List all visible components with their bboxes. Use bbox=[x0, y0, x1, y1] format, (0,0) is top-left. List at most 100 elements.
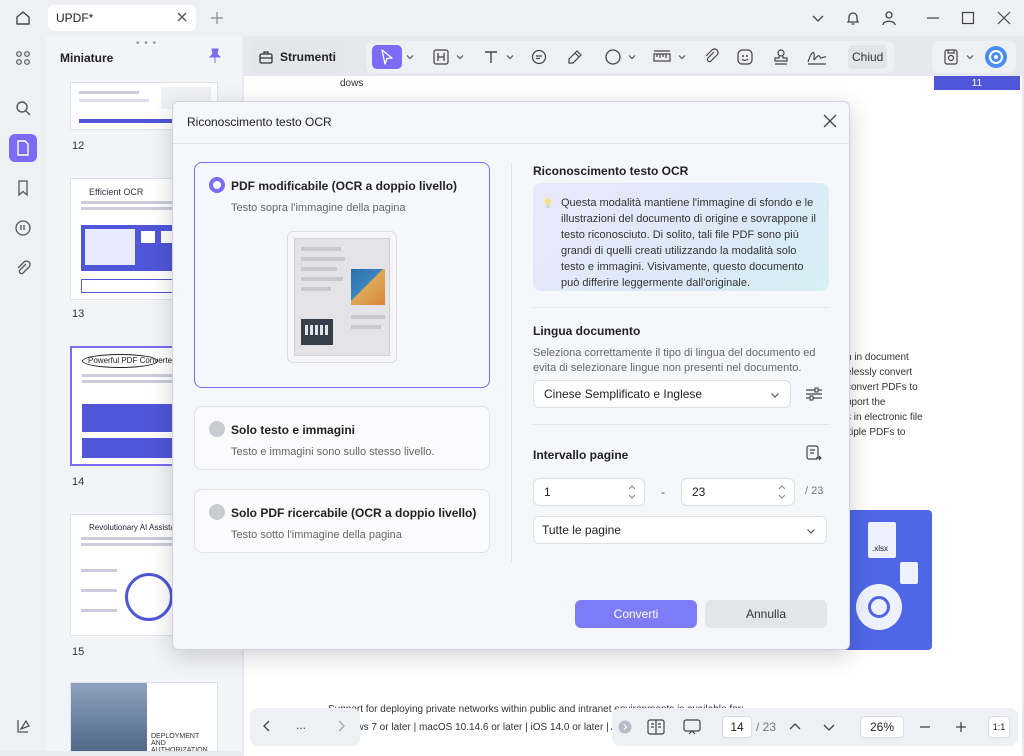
tools-label: Strumenti bbox=[280, 50, 337, 64]
option-editable-pdf[interactable]: PDF modificabile (OCR a doppio livello) … bbox=[194, 162, 490, 388]
option-desc: Testo sotto l'immagine della pagina bbox=[231, 529, 402, 541]
info-title: Riconoscimento testo OCR bbox=[533, 164, 689, 178]
convert-button[interactable]: Converti bbox=[575, 600, 697, 628]
ocr-dialog: Riconoscimento testo OCR PDF modificabil… bbox=[172, 101, 850, 650]
dialog-title: Riconoscimento testo OCR bbox=[187, 115, 332, 129]
search-icon[interactable] bbox=[9, 94, 37, 122]
cancel-button[interactable]: Annulla bbox=[705, 600, 827, 628]
user-icon[interactable] bbox=[876, 6, 902, 30]
new-tab-icon[interactable] bbox=[204, 6, 230, 30]
shape-tool[interactable] bbox=[604, 45, 622, 69]
attach-tool[interactable] bbox=[702, 45, 720, 69]
next-page-icon[interactable] bbox=[334, 719, 348, 733]
lightbulb-icon bbox=[543, 197, 553, 209]
stepper-icon[interactable] bbox=[778, 484, 786, 500]
range-total: / 23 bbox=[805, 485, 824, 497]
more-pages-button[interactable]: ... bbox=[296, 718, 306, 732]
stamp-tool[interactable] bbox=[772, 45, 790, 69]
thumbnail-page-16[interactable]: DEPLOYMENT AND AUTHORIZATION bbox=[70, 682, 218, 752]
language-settings-icon[interactable] bbox=[805, 386, 823, 402]
radio-button[interactable] bbox=[209, 421, 225, 437]
chevron-down-icon bbox=[806, 526, 816, 536]
drag-handle[interactable]: • • • bbox=[136, 38, 157, 49]
option-text-and-images[interactable]: Solo testo e immagini Testo e immagini s… bbox=[194, 406, 490, 470]
collapse-icon[interactable] bbox=[618, 720, 632, 734]
thumbnail-heading: Revolutionary AI Assistant bbox=[89, 523, 182, 532]
actual-size-button[interactable]: 1:1 bbox=[988, 716, 1010, 738]
bookmark-icon[interactable] bbox=[9, 174, 37, 202]
attachment-icon[interactable] bbox=[9, 254, 37, 282]
range-select[interactable]: Tutte le pagine bbox=[533, 516, 827, 544]
thumbnail-heading: Powerful PDF Converter bbox=[88, 356, 175, 365]
page-number: 12 bbox=[72, 140, 85, 152]
page-view-icon[interactable] bbox=[646, 718, 666, 736]
range-to-input[interactable]: 23 bbox=[681, 478, 795, 506]
range-select-value: Tutte le pagine bbox=[542, 523, 621, 537]
save-tool[interactable] bbox=[942, 45, 960, 69]
option-desc: Testo sopra l'immagine della pagina bbox=[231, 202, 406, 214]
layers-icon[interactable] bbox=[9, 712, 37, 740]
stepper-icon[interactable] bbox=[628, 484, 636, 500]
language-select[interactable]: Cinese Semplificato e Inglese bbox=[533, 380, 791, 408]
page-range-icon[interactable] bbox=[805, 444, 823, 462]
xlsx-label: .xlsx bbox=[872, 544, 888, 553]
option-title: Solo testo e immagini bbox=[231, 423, 356, 437]
comment-icon[interactable] bbox=[9, 214, 37, 242]
save-dropdown-icon[interactable] bbox=[966, 45, 974, 69]
option-searchable-pdf[interactable]: Solo PDF ricercabile (OCR a doppio livel… bbox=[194, 489, 490, 553]
left-rail bbox=[0, 36, 46, 751]
chevron-down-icon[interactable] bbox=[805, 6, 831, 30]
zoom-out-icon[interactable] bbox=[918, 720, 932, 734]
sticker-tool[interactable] bbox=[736, 45, 754, 69]
highlight-tool[interactable] bbox=[432, 45, 450, 69]
presentation-icon[interactable] bbox=[682, 718, 702, 736]
range-from-input[interactable]: 1 bbox=[533, 478, 645, 506]
annotation-toolbar: Chiud bbox=[366, 41, 894, 73]
comment-bubble-icon bbox=[531, 49, 547, 65]
page-number: 13 bbox=[72, 308, 85, 320]
select-tool[interactable] bbox=[372, 45, 402, 69]
measure-dropdown-icon[interactable] bbox=[678, 45, 686, 69]
page-down-icon[interactable] bbox=[822, 720, 836, 734]
shape-dropdown-icon[interactable] bbox=[628, 45, 636, 69]
radio-button[interactable] bbox=[209, 177, 225, 193]
right-toolbar bbox=[932, 41, 1016, 73]
comment-tool[interactable] bbox=[530, 45, 548, 69]
close-tab-icon[interactable] bbox=[176, 11, 188, 23]
info-text: Questa modalità mantiene l'immagine di s… bbox=[561, 197, 816, 289]
thumbnails-icon[interactable] bbox=[9, 134, 37, 162]
tools-button[interactable]: Strumenti bbox=[250, 41, 344, 73]
page-up-icon[interactable] bbox=[788, 720, 802, 734]
eraser-icon bbox=[568, 50, 582, 64]
ai-assistant-button[interactable] bbox=[984, 45, 1008, 69]
minimize-icon[interactable] bbox=[920, 6, 946, 30]
close-window-icon[interactable] bbox=[991, 6, 1017, 30]
prev-page-icon[interactable] bbox=[260, 719, 274, 733]
text-tool[interactable] bbox=[482, 45, 500, 69]
home-icon[interactable] bbox=[10, 6, 36, 30]
highlight-dropdown-icon[interactable] bbox=[456, 45, 464, 69]
text-dropdown-icon[interactable] bbox=[506, 45, 514, 69]
pin-icon[interactable] bbox=[208, 48, 222, 64]
grid-icon[interactable] bbox=[9, 44, 37, 72]
title-bar: UPDF* bbox=[0, 0, 1024, 36]
select-dropdown-icon[interactable] bbox=[406, 45, 414, 69]
preview-image bbox=[287, 231, 397, 363]
current-page-input[interactable]: 14 bbox=[722, 716, 752, 738]
radio-button[interactable] bbox=[209, 504, 225, 520]
close-icon[interactable] bbox=[823, 114, 837, 128]
signature-tool[interactable] bbox=[806, 45, 828, 69]
circle-icon bbox=[605, 49, 621, 65]
close-tools-button[interactable]: Chiud bbox=[848, 45, 888, 69]
zoom-input[interactable]: 26% bbox=[860, 716, 904, 738]
language-value: Cinese Semplificato e Inglese bbox=[544, 387, 703, 401]
bell-icon[interactable] bbox=[840, 6, 866, 30]
ai-icon bbox=[985, 46, 1007, 68]
measure-tool[interactable] bbox=[652, 45, 672, 69]
save-icon bbox=[944, 49, 958, 65]
pen-tool[interactable] bbox=[566, 45, 584, 69]
document-tab[interactable]: UPDF* bbox=[48, 5, 196, 31]
toolbox-icon bbox=[259, 51, 273, 64]
maximize-icon[interactable] bbox=[955, 6, 981, 30]
zoom-in-icon[interactable] bbox=[954, 720, 968, 734]
